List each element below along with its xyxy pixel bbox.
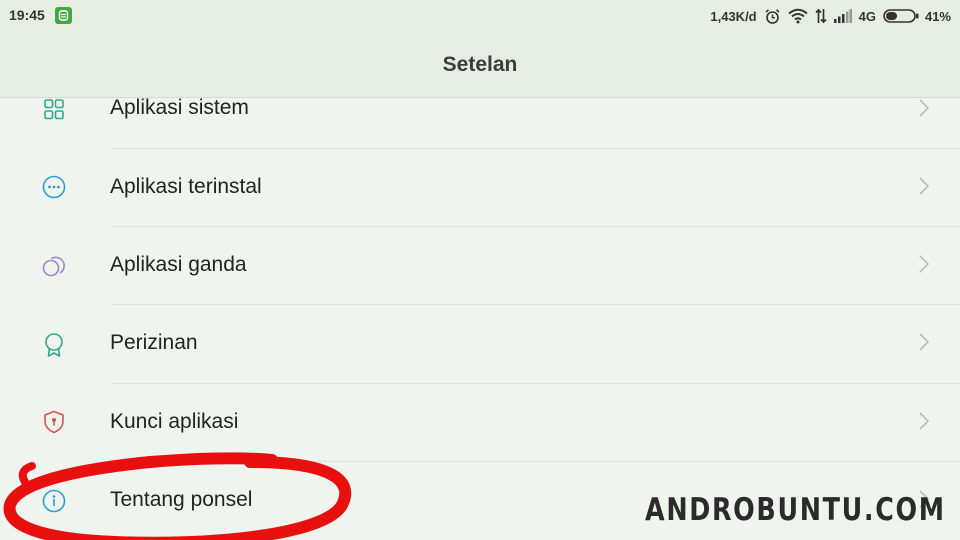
net-speed: 1,43K/d <box>710 8 757 24</box>
status-bar: 19:45 1,43K/d 4G 41% <box>0 0 960 32</box>
settings-item-label: Aplikasi terinstal <box>110 175 262 198</box>
info-icon <box>41 488 67 514</box>
chevron-right-icon <box>917 254 931 274</box>
badge-icon <box>41 332 67 358</box>
settings-item-label: Tentang ponsel <box>110 488 253 511</box>
settings-item-aplikasi-terinstal[interactable]: Aplikasi terinstal <box>0 149 960 227</box>
settings-item-aplikasi-sistem[interactable]: Aplikasi sistem <box>0 70 960 148</box>
more-circle-icon <box>41 174 67 200</box>
notification-app-icon <box>55 7 72 24</box>
settings-item-aplikasi-ganda[interactable]: Aplikasi ganda <box>0 227 960 305</box>
data-activity-icon <box>815 8 827 24</box>
chevron-right-icon <box>917 411 931 431</box>
alarm-icon <box>764 8 781 25</box>
chevron-right-icon <box>917 98 931 118</box>
wifi-icon <box>787 8 808 24</box>
watermark: ANDROBUNTU.COM <box>645 492 946 528</box>
network-type: 4G <box>858 8 876 24</box>
status-time: 19:45 <box>9 7 45 23</box>
settings-item-label: Aplikasi sistem <box>110 96 249 119</box>
signal-icon <box>833 9 852 23</box>
dual-circles-icon <box>41 253 67 279</box>
chevron-right-icon <box>917 332 931 352</box>
grid-icon <box>41 97 67 123</box>
settings-item-label: Perizinan <box>110 331 198 354</box>
settings-item-label: Aplikasi ganda <box>110 253 247 276</box>
settings-item-label: Kunci aplikasi <box>110 410 239 433</box>
status-indicators: 1,43K/d 4G 41% <box>710 6 951 26</box>
battery-indicator: 41% <box>883 9 951 24</box>
settings-item-kunci-aplikasi[interactable]: Kunci aplikasi <box>0 384 960 462</box>
shield-icon <box>41 409 67 435</box>
battery-icon <box>883 9 919 23</box>
chevron-right-icon <box>917 176 931 196</box>
settings-item-perizinan[interactable]: Perizinan <box>0 305 960 383</box>
battery-percent: 41% <box>924 8 951 24</box>
